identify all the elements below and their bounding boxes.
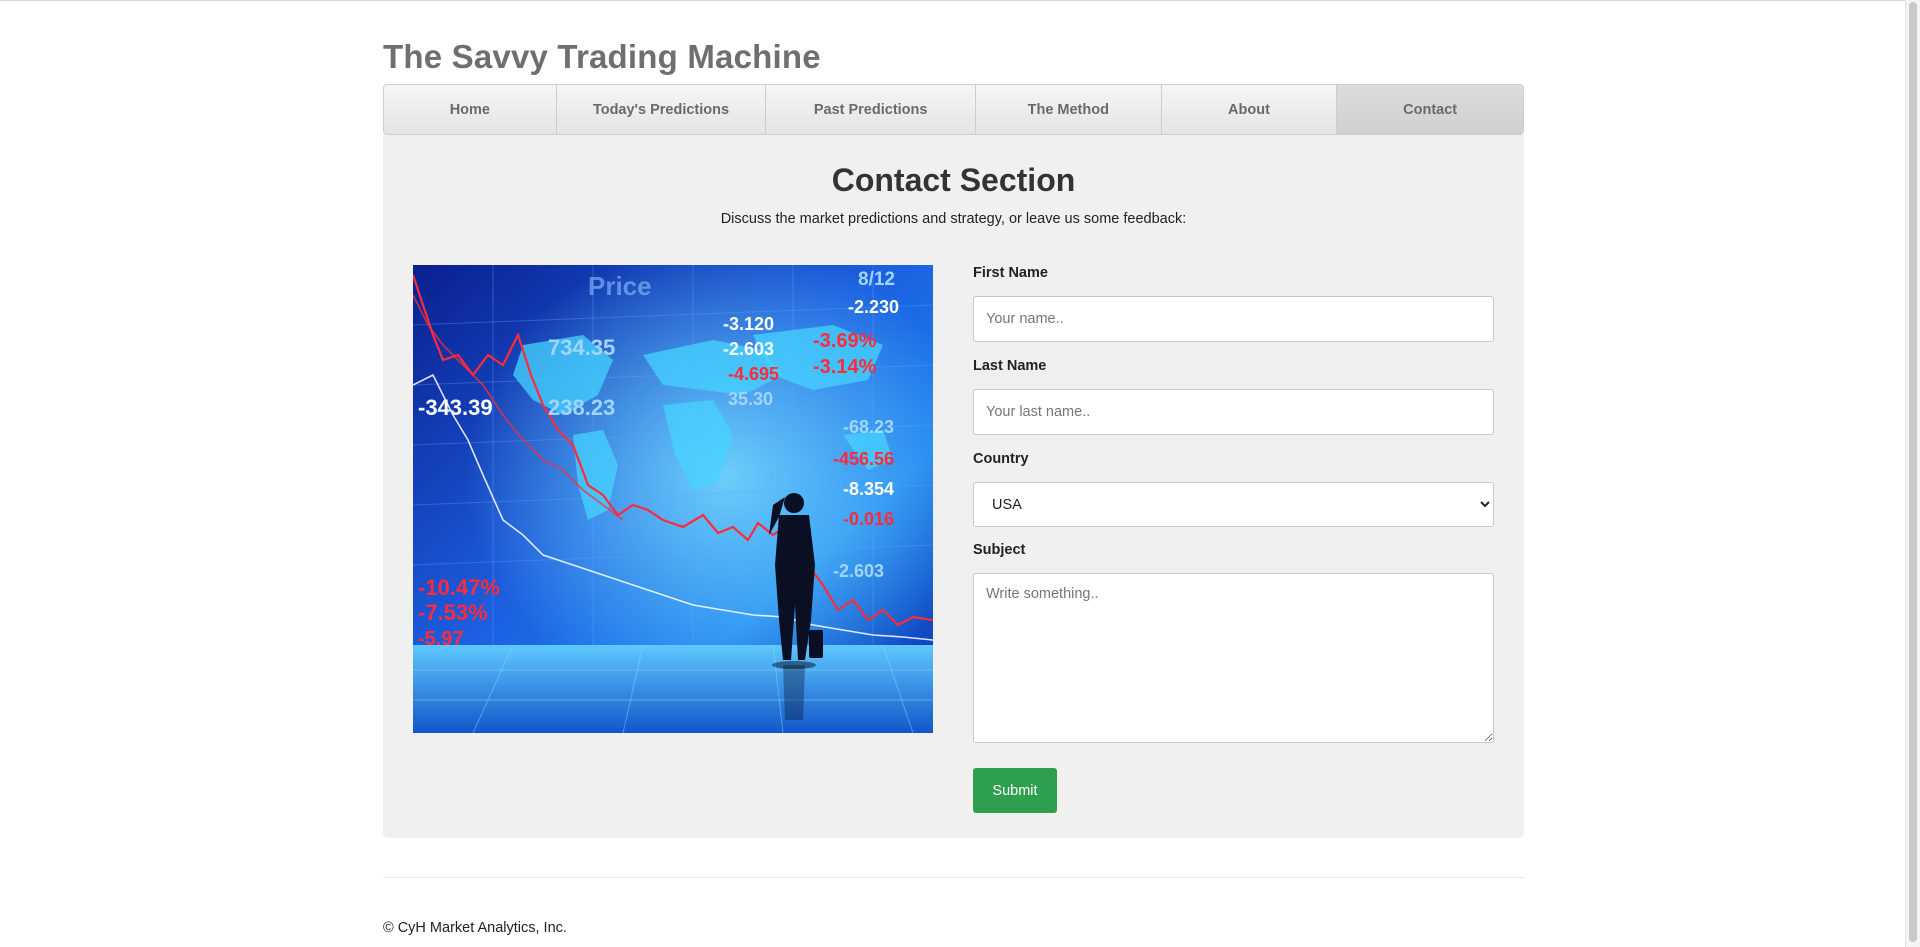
country-select[interactable]: USA [973,482,1494,527]
section-title: Contact Section [831,162,1076,198]
nav-item-todays-predictions[interactable]: Today's Predictions [557,85,767,134]
footer-copyright: © CyH Market Analytics, Inc. [383,920,567,936]
main-nav: Home Today's Predictions Past Prediction… [383,84,1524,135]
last-name-label: Last Name [973,358,1047,374]
ticker-label: -456.56 [833,449,894,469]
ticker-label: -3.69% [813,330,877,352]
ticker-label: -0.016 [843,509,894,529]
contact-section: Contact Section Discuss the market predi… [383,135,1524,838]
section-subtitle: Discuss the market predictions and strat… [720,211,1187,227]
ticker-label: -10.47% [418,575,500,600]
ticker-label: -3.120 [723,314,774,334]
ticker-label: 8/12 [858,269,895,290]
ticker-label: 734.35 [548,335,615,360]
site-title: The Savvy Trading Machine [383,38,821,75]
ticker-label: -4.695 [728,364,779,384]
nav-item-about[interactable]: About [1162,85,1338,134]
ticker-label: Price [588,271,652,301]
ticker-label: -2.603 [833,561,884,581]
ticker-label: -2.603 [723,339,774,359]
footer-divider [383,877,1524,878]
stock-market-image: 8/12 -2.230 -3.120 -2.603 -3.69% -3.14% … [413,265,933,733]
nav-item-the-method[interactable]: The Method [976,85,1162,134]
first-name-label: First Name [973,265,1048,281]
ticker-label: 35.30 [728,389,773,409]
country-label: Country [973,451,1029,467]
ticker-label: 238.23 [548,395,615,420]
submit-button[interactable]: Submit [973,768,1057,813]
nav-item-home[interactable]: Home [384,85,557,134]
nav-item-contact[interactable]: Contact [1337,85,1523,134]
top-border [0,0,1920,1]
last-name-input[interactable] [973,389,1494,435]
page-scrollbar[interactable] [1905,0,1920,947]
ticker-label: -7.53% [418,600,488,625]
ticker-label: -5.97 [418,628,464,650]
stock-market-illustration: 8/12 -2.230 -3.120 -2.603 -3.69% -3.14% … [413,265,933,733]
scrollbar-thumb[interactable] [1909,2,1917,942]
ticker-label: -343.39 [418,395,493,420]
ticker-label: -3.14% [813,356,877,378]
nav-item-past-predictions[interactable]: Past Predictions [766,85,976,134]
ticker-label: -68.23 [843,417,894,437]
subject-label: Subject [973,542,1026,558]
ticker-label: -8.354 [843,479,894,499]
ticker-label: -2.230 [848,297,899,317]
first-name-input[interactable] [973,296,1494,342]
subject-textarea[interactable] [973,573,1494,743]
